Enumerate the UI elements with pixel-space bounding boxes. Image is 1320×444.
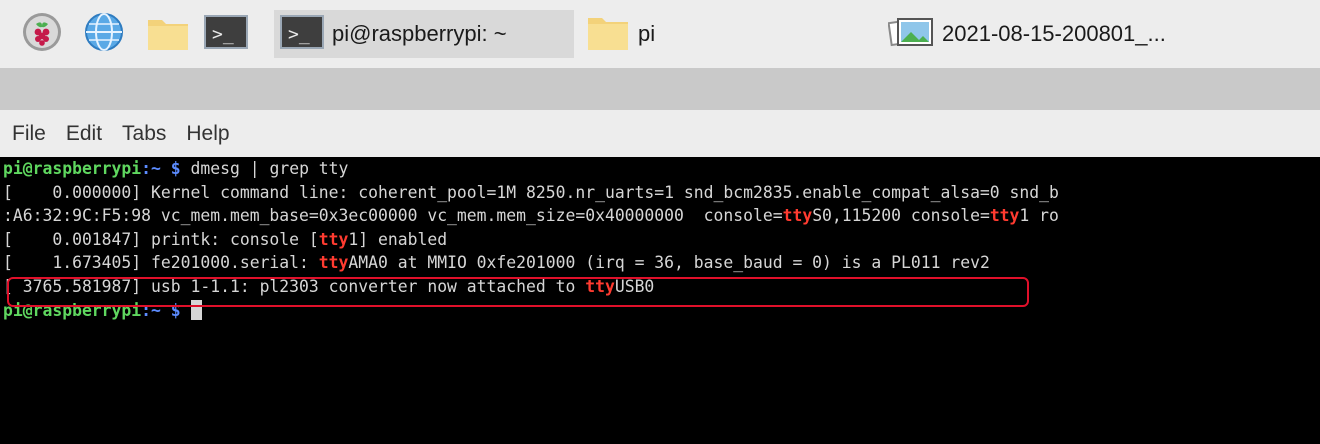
taskbar-task-image-viewer[interactable]: 2021-08-15-200801_... — [882, 10, 1182, 58]
prompt-symbol: $ — [160, 159, 181, 178]
output-line: :A6:32:9C:F5:98 vc_mem.mem_base=0x3ec000… — [3, 204, 1320, 228]
task-label: 2021-08-15-200801_... — [942, 21, 1166, 46]
menu-edit[interactable]: Edit — [66, 122, 102, 146]
text-cursor — [190, 299, 202, 320]
output-text: [ 3765.581987] usb 1-1.1: pl2303 convert… — [3, 276, 586, 296]
command-text: dmesg | grep tty — [180, 159, 349, 178]
window-title-bar[interactable] — [0, 68, 1320, 110]
prompt-line: pi@raspberrypi:~ $ — [3, 299, 1320, 323]
output-text: [ 0.000000] Kernel command line: coheren… — [3, 182, 1059, 202]
taskbar-task-file-manager[interactable]: pi — [580, 10, 880, 58]
match-highlight: tty — [318, 229, 349, 249]
task-label: pi — [638, 21, 656, 46]
output-line: [ 0.000000] Kernel command line: coheren… — [3, 181, 1320, 205]
task-label: pi@raspberrypi: ~ — [332, 21, 507, 46]
output-text: AMA0 at MMIO 0xfe201000 (irq = 36, base_… — [348, 253, 990, 273]
terminal-output[interactable]: pi@raspberrypi:~ $ dmesg | grep tty [ 0.… — [0, 157, 1320, 444]
match-highlight: tty — [585, 276, 615, 296]
menu-help[interactable]: Help — [186, 122, 229, 146]
prompt-symbol: $ — [160, 300, 181, 320]
output-text: 1 ro — [1019, 206, 1059, 226]
terminal-icon: >_ — [280, 14, 324, 55]
prompt-user: pi@raspberrypi — [3, 159, 142, 178]
output-text: S0,115200 console= — [812, 206, 990, 226]
match-highlight: tty — [318, 253, 349, 273]
web-browser-icon[interactable] — [84, 12, 124, 52]
prompt-user: pi@raspberrypi — [3, 300, 142, 320]
taskbar-task-terminal[interactable]: >_ pi@raspberrypi: ~ — [274, 10, 574, 58]
taskbar: >_ >_ pi@raspberrypi: ~ pi 2021-08-15-20… — [0, 0, 1320, 68]
raspberry-menu-icon[interactable] — [22, 12, 62, 52]
output-text: :A6:32:9C:F5:98 vc_mem.mem_base=0x3ec000… — [3, 206, 783, 226]
output-text: USB0 — [614, 276, 655, 296]
output-text: [ 1.673405] fe201000.serial: — [3, 253, 319, 273]
file-manager-icon[interactable] — [146, 12, 188, 52]
svg-text:>_: >_ — [212, 24, 234, 45]
match-highlight: tty — [989, 206, 1020, 226]
output-line-usb: [ 3765.581987] usb 1-1.1: pl2303 convert… — [3, 275, 1320, 299]
menu-bar: File Edit Tabs Help — [0, 110, 1320, 157]
prompt-path: :~ — [141, 300, 161, 320]
terminal-icon[interactable]: >_ — [204, 12, 248, 52]
menu-tabs[interactable]: Tabs — [122, 122, 166, 146]
output-line: [ 0.001847] printk: console [tty1] enabl… — [3, 228, 1320, 252]
image-file-icon — [887, 15, 934, 54]
output-line: [ 1.673405] fe201000.serial: ttyAMA0 at … — [3, 251, 1320, 275]
output-text: 1] enabled — [348, 229, 448, 249]
command-line: pi@raspberrypi:~ $ dmesg | grep tty — [3, 157, 1320, 181]
folder-icon — [586, 12, 630, 57]
menu-file[interactable]: File — [12, 122, 46, 146]
match-highlight: tty — [782, 206, 813, 226]
svg-text:>_: >_ — [288, 24, 310, 45]
output-text: [ 0.001847] printk: console [ — [3, 229, 319, 249]
prompt-path: :~ — [141, 159, 161, 178]
